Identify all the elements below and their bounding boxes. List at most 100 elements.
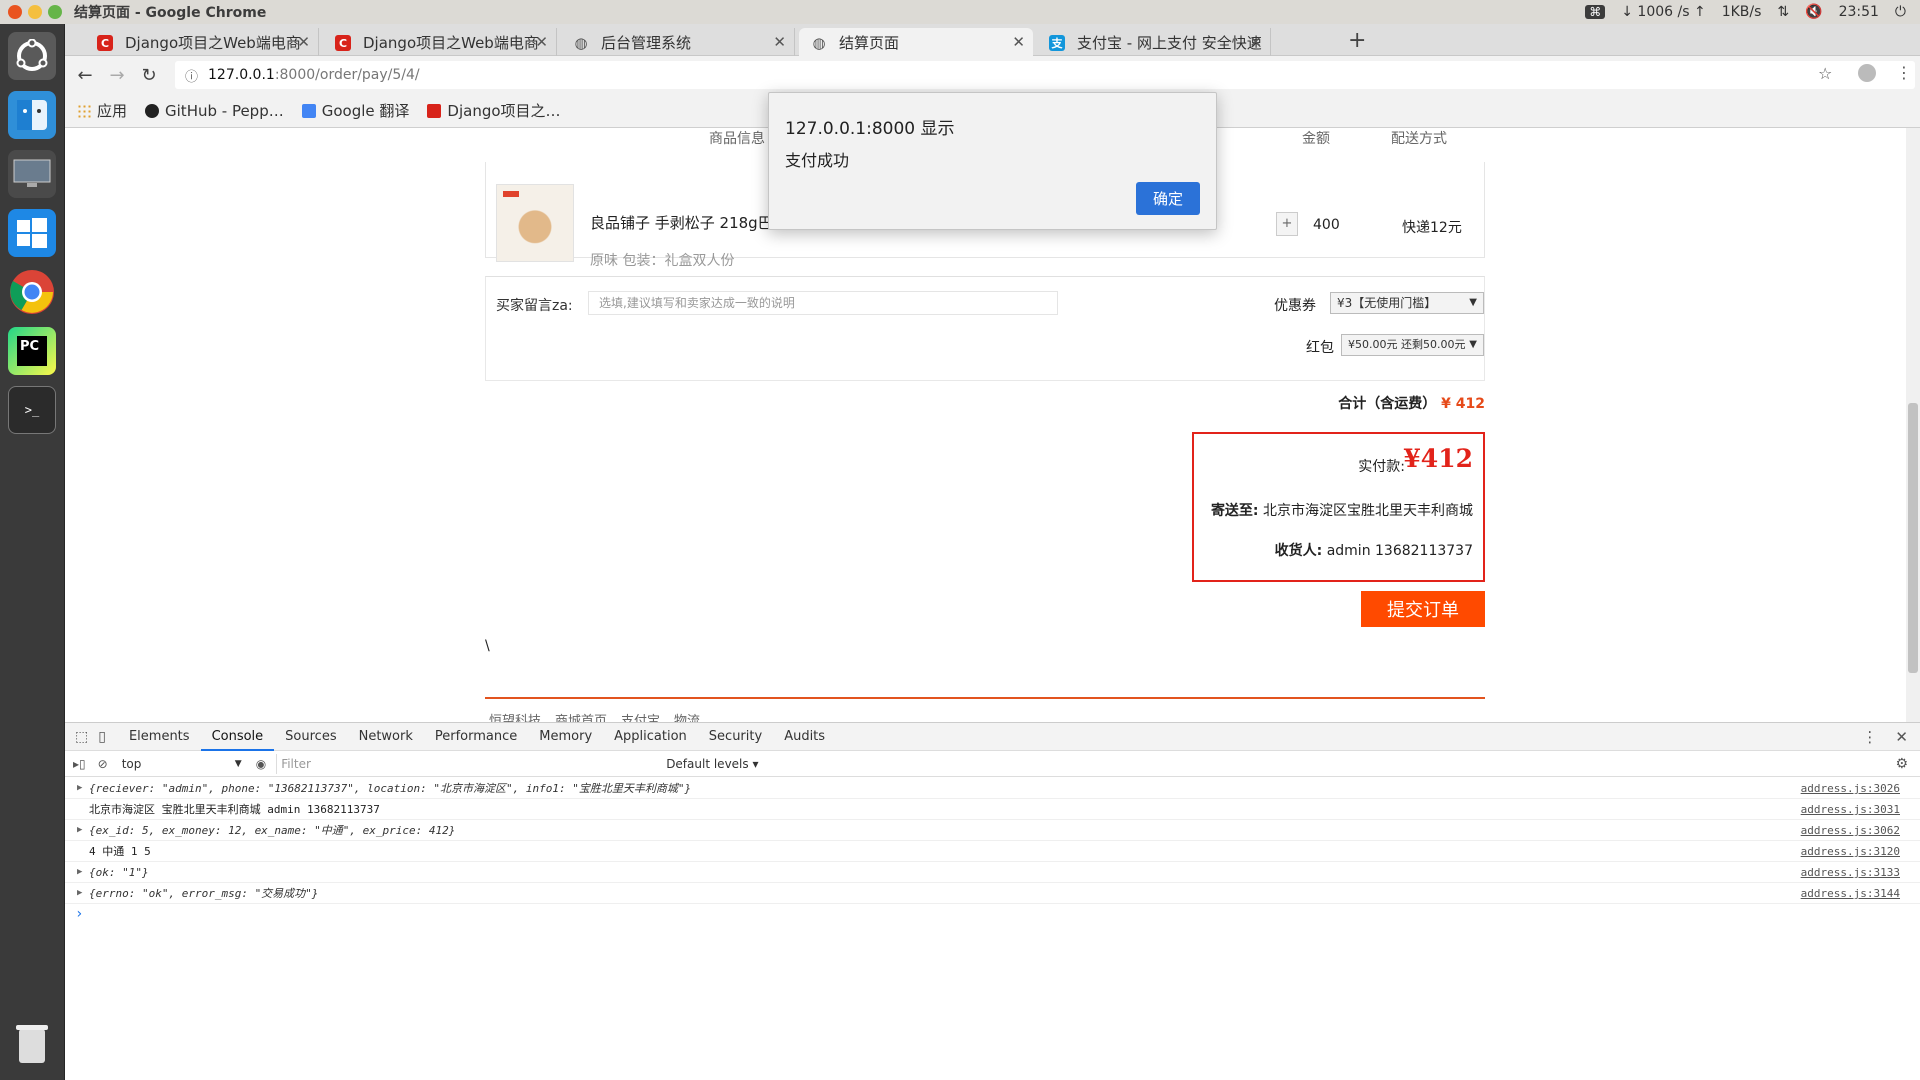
windows-icon[interactable] xyxy=(8,209,56,257)
bookmark-django[interactable]: Django项目之… xyxy=(427,100,561,121)
clear-console-icon[interactable]: ⊘ xyxy=(98,757,108,771)
devtools-tab-sources[interactable]: Sources xyxy=(274,723,347,751)
pycharm-icon[interactable]: PC xyxy=(8,327,56,375)
tab-close-icon[interactable]: ✕ xyxy=(297,33,310,51)
log-entry[interactable]: ▶ {ex_id: 5, ex_money: 12, ex_name: "中通"… xyxy=(65,820,1920,841)
log-levels-select[interactable]: Default levels ▾ xyxy=(666,757,758,771)
submit-order-button[interactable]: 提交订单 xyxy=(1361,591,1485,627)
tab-checkout[interactable]: ◍ 结算页面 ✕ xyxy=(799,28,1033,56)
power-icon[interactable]: ⏻ xyxy=(1895,4,1906,20)
log-source-link[interactable]: address.js:3120 xyxy=(1801,841,1900,862)
devtools-tab-elements[interactable]: Elements xyxy=(118,723,201,751)
console-sidebar-icon[interactable]: ▸▯ xyxy=(73,757,86,771)
log-source-link[interactable]: address.js:3144 xyxy=(1801,883,1900,904)
expand-arrow-icon[interactable]: ▶ xyxy=(77,883,82,904)
footer-links: 恒望科技 商城首页 支付宝 物流 xyxy=(489,710,700,722)
red-packet-selected-value: ¥50.00元 还剩50.00元 xyxy=(1348,338,1466,351)
log-entry[interactable]: 北京市海淀区 宝胜北里天丰利商城 admin 13682113737 addre… xyxy=(65,799,1920,820)
url-host: 127.0.0.1 xyxy=(208,67,275,83)
red-packet-select[interactable]: ¥50.00元 还剩50.00元 ▼ xyxy=(1341,334,1484,356)
bookmark-star-icon[interactable]: ☆ xyxy=(1818,64,1832,83)
product-name[interactable]: 良品铺子 手剥松子 218g巴西 xyxy=(590,212,788,233)
reload-icon[interactable]: ↻ xyxy=(137,65,161,86)
tab-close-icon[interactable]: ✕ xyxy=(1249,33,1262,51)
log-entry[interactable]: 4 中通 1 5 address.js:3120 xyxy=(65,841,1920,862)
bookmark-github[interactable]: GitHub - Pepp… xyxy=(145,102,284,120)
address-bar[interactable]: ⓘ 127.0.0.1:8000/order/pay/5/4/ xyxy=(175,61,1915,89)
device-toolbar-icon[interactable]: ▯ xyxy=(98,729,106,745)
footer-link[interactable]: 物流 xyxy=(674,710,700,722)
buyer-note-input[interactable]: 选填,建议填写和卖家达成一致的说明 xyxy=(588,291,1058,315)
log-source-link[interactable]: address.js:3133 xyxy=(1801,862,1900,883)
log-source-link[interactable]: address.js:3026 xyxy=(1801,778,1900,799)
console-settings-gear-icon[interactable]: ⚙ xyxy=(1895,756,1908,772)
scrollbar-thumb[interactable] xyxy=(1908,403,1918,673)
log-entry[interactable]: ▶ {errno: "ok", error_msg: "交易成功"} addre… xyxy=(65,883,1920,904)
log-source-link[interactable]: address.js:3031 xyxy=(1801,799,1900,820)
page-scrollbar[interactable] xyxy=(1906,128,1920,722)
close-window-button[interactable] xyxy=(8,5,22,19)
minimize-window-button[interactable] xyxy=(28,5,42,19)
log-source-link[interactable]: address.js:3062 xyxy=(1801,820,1900,841)
devtools-tab-security[interactable]: Security xyxy=(698,723,773,751)
bookmark-google-translate[interactable]: Google 翻译 xyxy=(301,100,409,121)
back-arrow-icon[interactable]: ← xyxy=(73,65,97,86)
console-filter-bar: ▸▯ ⊘ top ▼ ◉ Filter Default levels ▾ ⚙ xyxy=(65,751,1920,777)
devtools-menu-icon[interactable]: ⋮ xyxy=(1862,728,1877,746)
browser-toolbar: ← → ↻ ⓘ 127.0.0.1:8000/order/pay/5/4/ ☆ … xyxy=(65,56,1920,94)
inspect-element-icon[interactable]: ⬚ xyxy=(75,729,88,745)
finder-icon[interactable] xyxy=(8,91,56,139)
footer-link[interactable]: 支付宝 xyxy=(621,710,660,722)
devtools-tab-audits[interactable]: Audits xyxy=(773,723,836,751)
tab-django-1[interactable]: C Django项目之Web端电商 ✕ xyxy=(85,28,319,56)
tab-close-icon[interactable]: ✕ xyxy=(1012,33,1025,51)
maximize-window-button[interactable] xyxy=(48,5,62,19)
tab-close-icon[interactable]: ✕ xyxy=(535,33,548,51)
alert-ok-button[interactable]: 确定 xyxy=(1136,182,1200,215)
keyboard-icon[interactable]: ⌘ xyxy=(1585,5,1606,19)
terminal-icon[interactable]: >_ xyxy=(8,386,56,434)
network-icon[interactable]: ⇅ xyxy=(1777,4,1789,20)
chrome-icon[interactable] xyxy=(8,268,56,316)
tab-alipay[interactable]: 支 支付宝 - 网上支付 安全快速 ✕ xyxy=(1037,28,1271,56)
coupon-select[interactable]: ¥3【无使用门槛】 ▼ xyxy=(1330,292,1484,314)
devtools-tab-application[interactable]: Application xyxy=(603,723,698,751)
volume-muted-icon[interactable]: 🔇 xyxy=(1805,4,1822,20)
upload-speed: 1KB/s xyxy=(1721,4,1762,20)
total-label: 合计（含运费） xyxy=(1338,396,1437,412)
total-amount: ¥ 412 xyxy=(1441,396,1485,412)
bookmark-apps[interactable]: 应用 xyxy=(77,100,127,121)
console-prompt[interactable]: › xyxy=(65,904,1920,924)
devtools-tab-console[interactable]: Console xyxy=(200,723,275,751)
expand-arrow-icon[interactable]: ▶ xyxy=(77,820,82,841)
devtools-tab-network[interactable]: Network xyxy=(348,723,424,751)
tab-close-icon[interactable]: ✕ xyxy=(773,33,786,51)
window-title: 结算页面 - Google Chrome xyxy=(74,5,267,21)
footer-link[interactable]: 商城首页 xyxy=(555,710,607,722)
tab-admin[interactable]: ◍ 后台管理系统 ✕ xyxy=(561,28,795,56)
log-entry[interactable]: ▶ {reciever: "admin", phone: "1368211373… xyxy=(65,778,1920,799)
product-image[interactable] xyxy=(496,184,574,262)
quantity-plus-button[interactable]: + xyxy=(1276,212,1298,236)
devtools-tab-memory[interactable]: Memory xyxy=(528,723,603,751)
footer-link[interactable]: 恒望科技 xyxy=(489,710,541,722)
profile-avatar-icon[interactable] xyxy=(1858,64,1876,82)
devtools-close-icon[interactable]: ✕ xyxy=(1895,728,1908,746)
ubuntu-dash-icon[interactable] xyxy=(8,32,56,80)
chrome-menu-icon[interactable]: ⋮ xyxy=(1896,63,1912,82)
trash-icon[interactable] xyxy=(8,1020,56,1068)
console-filter-input[interactable]: Filter xyxy=(276,753,656,774)
globe-icon: ◍ xyxy=(574,34,588,52)
devtools-tab-performance[interactable]: Performance xyxy=(424,723,528,751)
forward-arrow-icon[interactable]: → xyxy=(105,65,129,86)
log-entry[interactable]: ▶ {ok: "1"} address.js:3133 xyxy=(65,862,1920,883)
info-icon[interactable]: ⓘ xyxy=(185,66,198,85)
new-tab-button[interactable]: + xyxy=(1348,28,1366,53)
remote-desktop-icon[interactable] xyxy=(8,150,56,198)
live-expression-eye-icon[interactable]: ◉ xyxy=(256,757,266,771)
tab-django-2[interactable]: C Django项目之Web端电商 ✕ xyxy=(323,28,557,56)
context-select[interactable]: top ▼ xyxy=(116,754,246,774)
expand-arrow-icon[interactable]: ▶ xyxy=(77,778,82,799)
expand-arrow-icon[interactable]: ▶ xyxy=(77,862,82,883)
clock[interactable]: 23:51 xyxy=(1839,4,1879,20)
